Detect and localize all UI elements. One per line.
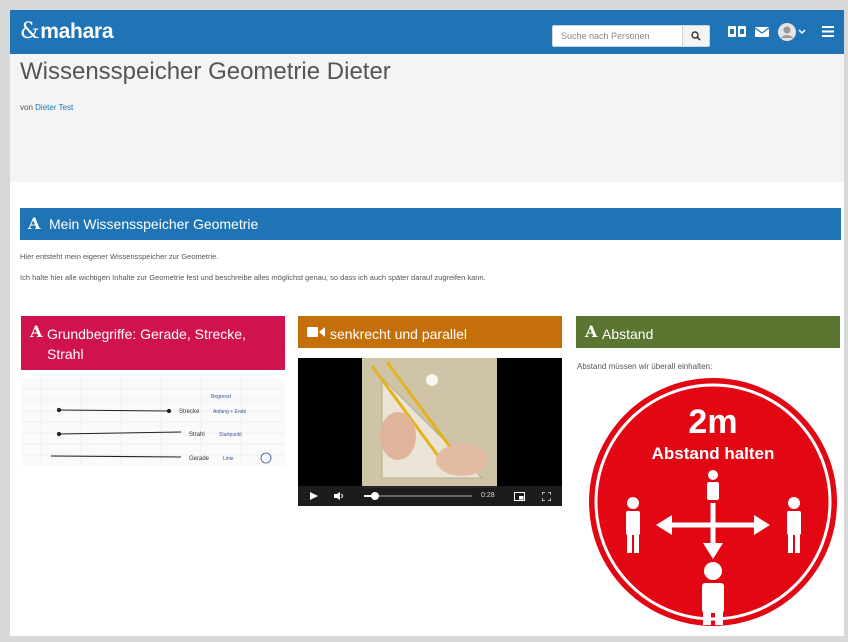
- video-thumbnail: [362, 358, 497, 488]
- sketch-note-4: Linie: [223, 456, 234, 462]
- sketch-note-3: Startpunkt: [219, 432, 242, 438]
- author-link[interactable]: Dieter Test: [35, 103, 73, 112]
- screenshot-frame: &mahara Suche nach Personen Wissensspeic…: [0, 0, 848, 642]
- sketch-note-2: Anfang + Ende: [213, 409, 246, 415]
- picture-in-picture-icon[interactable]: [514, 492, 525, 501]
- hamburger-menu-icon[interactable]: [822, 26, 834, 37]
- page: &mahara Suche nach Personen Wissensspeic…: [10, 10, 844, 636]
- sign-caption: Abstand halten: [652, 444, 775, 463]
- sketch-image: Strecke Strahl Gerade Begrenzt Anfang + …: [21, 378, 285, 466]
- play-icon[interactable]: [310, 492, 318, 500]
- sign-distance: 2m: [688, 403, 737, 441]
- fullscreen-icon[interactable]: [542, 492, 551, 501]
- page-byline: von Dieter Test: [20, 103, 73, 112]
- top-navigation-bar: &mahara: [10, 10, 844, 54]
- block-title-abstand: Abstand: [602, 326, 654, 342]
- search-input[interactable]: [553, 26, 699, 46]
- sketch-label-gerade: Gerade: [189, 456, 210, 462]
- logo-mark-icon: &: [20, 19, 40, 44]
- text-block-icon: A: [585, 322, 598, 341]
- section-text-line-2: Ich halte hier alle wichtigen Inhalte zu…: [20, 273, 486, 282]
- video-frame: [362, 358, 497, 488]
- mahara-logo[interactable]: &mahara: [20, 19, 114, 44]
- text-block-icon: A: [30, 322, 43, 341]
- volume-icon[interactable]: [334, 492, 344, 500]
- sketch-note-1: Begrenzt: [211, 394, 232, 400]
- block-title-video: senkrecht und parallel: [330, 326, 467, 342]
- sketch-label-strecke: Strecke: [179, 409, 200, 415]
- search-box: [552, 25, 710, 47]
- abstand-text: Abstand müssen wir überall einhalten:: [577, 362, 713, 371]
- block-title-grundbegriffe: Grundbegriffe: Gerade, Strecke, Strahl: [47, 326, 246, 362]
- abstand-halten-sign: 2m Abstand halten: [589, 378, 837, 626]
- block-header-grundbegriffe: A Grundbegriffe: Gerade, Strecke, Strahl: [21, 316, 285, 370]
- section-header: A Mein Wissensspeicher Geometrie: [20, 208, 841, 240]
- section-text-line-1: Hier entsteht mein eigener Wissensspeich…: [20, 252, 219, 261]
- byline-prefix: von: [20, 103, 33, 112]
- video-controls: 0:28: [298, 486, 562, 506]
- logo-text: mahara: [40, 20, 114, 43]
- video-player[interactable]: 0:28: [298, 358, 562, 506]
- search-button[interactable]: [682, 26, 709, 46]
- block-header-abstand: A Abstand: [576, 316, 840, 348]
- section-title: Mein Wissensspeicher Geometrie: [49, 216, 259, 232]
- sketch-label-strahl: Strahl: [189, 432, 205, 438]
- search-icon: [691, 31, 701, 41]
- video-time: 0:28: [481, 492, 495, 499]
- video-progress-bar[interactable]: [364, 492, 472, 500]
- page-title: Wissensspeicher Geometrie Dieter: [20, 58, 391, 85]
- grundbegriffe-sketch: Strecke Strahl Gerade Begrenzt Anfang + …: [21, 378, 285, 466]
- user-groups-icon[interactable]: [728, 26, 746, 37]
- text-block-icon: A: [28, 214, 41, 233]
- user-menu-icon[interactable]: [778, 23, 806, 41]
- mail-icon[interactable]: [755, 27, 769, 37]
- video-camera-icon: [307, 327, 325, 337]
- block-header-video: senkrecht und parallel: [298, 316, 562, 348]
- video-progress-handle[interactable]: [370, 492, 379, 500]
